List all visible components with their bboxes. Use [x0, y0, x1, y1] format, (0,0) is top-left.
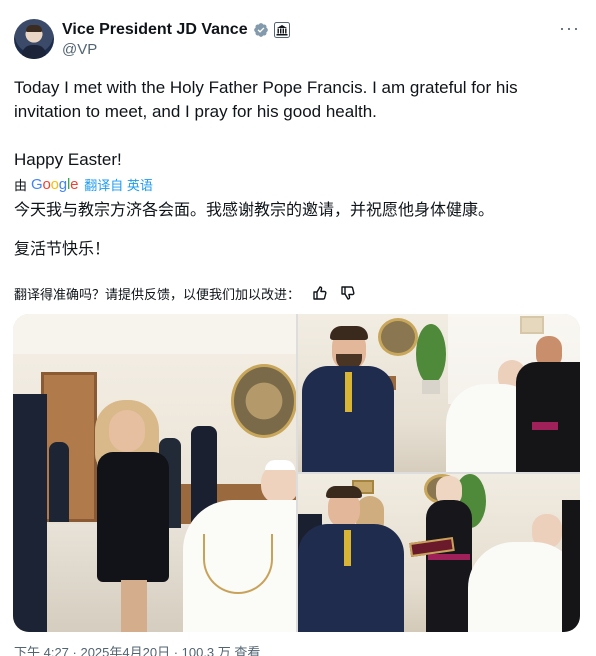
photo-2-priest-body: [516, 362, 580, 472]
thumbs-down-icon[interactable]: [340, 285, 356, 301]
photo-2-vance-hair: [330, 326, 368, 340]
photo-2-plant: [416, 324, 446, 384]
photo-1-ceiling: [13, 314, 296, 354]
photo-2-pot: [422, 380, 440, 394]
photo-1-pope-head: [261, 464, 296, 504]
avatar-suit: [22, 45, 46, 59]
google-logo: Google: [31, 175, 79, 193]
photo-3-priest-right: [562, 500, 580, 632]
post-header: Vice President JD Vance @VP ···: [0, 0, 596, 70]
photo-2-priest-sash: [532, 422, 558, 430]
photo-2-vance-tie: [345, 372, 352, 412]
photo-2[interactable]: [298, 314, 580, 472]
photo-3-vance-tie: [344, 530, 351, 566]
photo-1-woman-face: [109, 410, 145, 452]
verified-badge-icon: [253, 23, 268, 37]
post-text-line1: Today I met with the Holy Father Pope Fr…: [14, 78, 518, 121]
photo-1-pope-cap: [265, 460, 295, 470]
photo-2-painting: [378, 318, 418, 356]
translation-feedback: 翻译得准确吗？请提供反馈，以便我们加以改进：: [14, 284, 356, 302]
translation-by-prefix: 由: [14, 177, 28, 193]
translation-attribution: 由 Google 翻译自 英语: [14, 175, 153, 193]
feedback-prompt: 翻译得准确吗？请提供反馈，以便我们加以改进：: [14, 286, 301, 302]
author-name-row: Vice President JD Vance: [62, 20, 290, 40]
photo-1-woman-body: [97, 452, 169, 582]
translated-text-line2: 复活节快乐！: [14, 241, 111, 258]
author-handle[interactable]: @VP: [62, 41, 97, 58]
more-options-button[interactable]: ···: [559, 18, 580, 39]
photo-1-bg-person-1: [49, 442, 69, 522]
translated-from-link[interactable]: 翻译自 英语: [84, 175, 153, 194]
avatar-hair: [26, 25, 42, 32]
photo-1[interactable]: [13, 314, 296, 632]
photo-1-woman-legs: [121, 580, 147, 632]
photo-1-painting: [231, 364, 296, 438]
thumbs-up-icon[interactable]: [312, 285, 328, 301]
photo-grid: [13, 314, 580, 632]
author-display-name[interactable]: Vice President JD Vance: [62, 21, 248, 39]
translated-text-line1: 今天我与教宗方济各会面。我感谢教宗的邀请，并祝愿他身体健康。: [14, 202, 495, 219]
author-avatar[interactable]: [14, 19, 54, 59]
photo-3-priest-sash: [428, 554, 470, 560]
photo-3-vance-suit: [298, 524, 404, 632]
photo-1-person-left: [13, 394, 47, 632]
government-building-icon: [273, 22, 290, 38]
photo-3-priest-body: [426, 500, 472, 632]
photo-3[interactable]: [298, 474, 580, 632]
post-timestamp-views[interactable]: 下午 4:27 · 2025年4月20日 · 100.3 万 查看: [14, 642, 260, 656]
photo-3-vance-hair: [326, 486, 362, 498]
post-text-line2: Happy Easter!: [14, 150, 122, 169]
